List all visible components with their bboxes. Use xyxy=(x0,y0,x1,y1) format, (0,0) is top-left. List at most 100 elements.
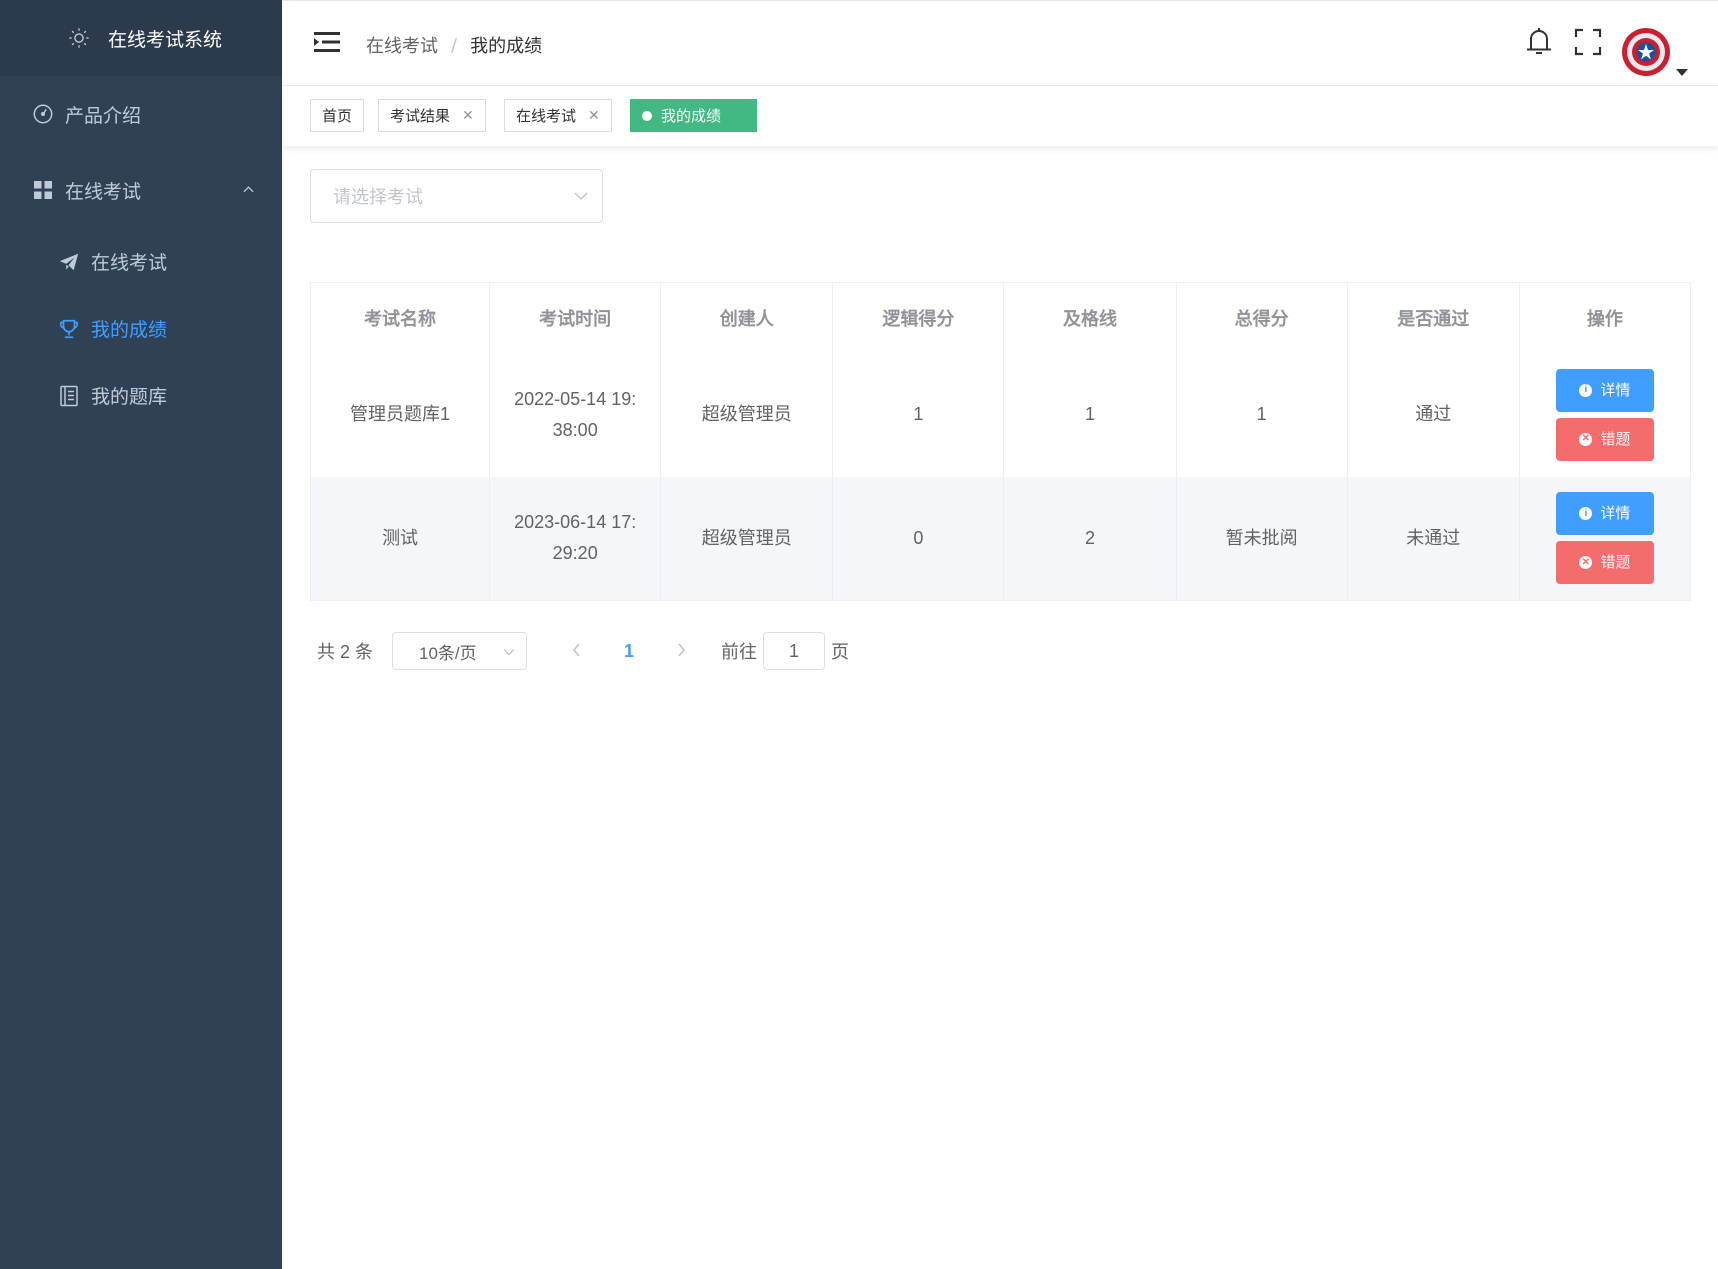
next-page-button[interactable] xyxy=(661,641,701,662)
chevron-left-icon xyxy=(572,642,580,657)
cell-pass-status: 未通过 xyxy=(1347,476,1520,601)
tag-my-scores[interactable]: 我的成绩 ✕ xyxy=(630,99,757,132)
close-icon[interactable]: ✕ xyxy=(588,108,600,124)
exam-time-line: 2023-06-14 17: xyxy=(514,512,637,533)
grid-icon xyxy=(32,179,54,201)
goto-page-input[interactable]: 1 xyxy=(763,632,826,670)
sidebar-item-label: 在线考试 xyxy=(65,180,142,203)
close-icon[interactable]: ✕ xyxy=(733,108,745,124)
cell-creator: 超级管理员 xyxy=(660,352,834,477)
detail-button-label: 详情 xyxy=(1600,505,1631,523)
column-header: 考试时间 xyxy=(489,282,662,353)
breadcrumb: 在线考试 / 我的成绩 xyxy=(366,32,542,58)
notebook-icon xyxy=(58,385,80,407)
page-size-value: 10条/页 xyxy=(419,643,477,663)
tag-online-exam[interactable]: 在线考试 ✕ xyxy=(504,99,612,132)
dashboard-gauge-icon xyxy=(32,103,54,125)
sidebar-item-product-intro[interactable]: 产品介绍 xyxy=(0,76,282,152)
chevron-down-icon xyxy=(503,649,515,656)
sidebar-item-my-question-bank[interactable]: 我的题库 xyxy=(0,362,282,429)
hamburger-menu-icon[interactable] xyxy=(314,31,340,53)
fullscreen-icon[interactable] xyxy=(1574,28,1602,56)
sidebar-item-label: 我的成绩 xyxy=(91,319,168,341)
cell-exam-time: 2022-05-14 19: 38:00 xyxy=(489,352,662,477)
column-header: 是否通过 xyxy=(1347,282,1520,353)
avatar[interactable] xyxy=(1620,26,1672,78)
tag-exam-result[interactable]: 考试结果 ✕ xyxy=(378,99,486,132)
app-title: 在线考试系统 xyxy=(108,28,223,51)
cell-exam-name: 测试 xyxy=(310,476,491,601)
circle-close-icon: ✕ xyxy=(1579,556,1593,570)
circle-close-icon: ✕ xyxy=(1579,432,1593,446)
wrong-questions-button[interactable]: ✕ 错题 xyxy=(1555,541,1654,585)
top-navbar: 在线考试 / 我的成绩 xyxy=(282,0,1718,86)
close-icon[interactable]: ✕ xyxy=(462,108,474,124)
column-header: 操作 xyxy=(1519,282,1692,353)
trophy-icon xyxy=(58,318,80,340)
cell-actions: i 详情 ✕ 错题 xyxy=(1519,476,1692,601)
cell-exam-name: 管理员题库1 xyxy=(310,352,491,477)
pagination: 共 2 条 10条/页 1 前往 1 页 xyxy=(317,632,849,670)
chevron-up-icon xyxy=(243,186,254,193)
pagination-total: 共 2 条 xyxy=(317,642,374,662)
cell-pass-status: 通过 xyxy=(1347,352,1520,477)
breadcrumb-item-online-exam[interactable]: 在线考试 xyxy=(366,32,438,58)
scores-table: 考试名称 考试时间 创建人 逻辑得分 及格线 总得分 是否通过 操作 管理员题库… xyxy=(310,282,1692,601)
breadcrumb-separator: / xyxy=(451,34,458,56)
column-header: 逻辑得分 xyxy=(832,282,1005,353)
column-header: 考试名称 xyxy=(310,282,491,353)
sidebar-item-my-scores[interactable]: 我的成绩 xyxy=(0,295,282,362)
exam-time-line: 2022-05-14 19: xyxy=(514,388,637,409)
sun-icon xyxy=(69,28,89,48)
cell-total-score: 暂未批阅 xyxy=(1176,476,1348,601)
table-row: 测试 2023-06-14 17: 29:20 超级管理员 0 2 暂未批阅 未… xyxy=(310,476,1692,601)
tag-label: 在线考试 xyxy=(516,107,577,125)
cell-pass-line: 2 xyxy=(1003,476,1177,601)
exam-time-line: 38:00 xyxy=(552,419,598,440)
prev-page-button[interactable] xyxy=(557,641,597,662)
cell-actions: i 详情 ✕ 错题 xyxy=(1519,352,1692,477)
sidebar-item-label: 在线考试 xyxy=(91,252,168,274)
bell-icon[interactable] xyxy=(1524,25,1554,57)
cell-exam-time: 2023-06-14 17: 29:20 xyxy=(489,476,662,601)
app-logo[interactable]: 在线考试系统 xyxy=(0,0,282,76)
column-header: 创建人 xyxy=(660,282,834,353)
wrong-questions-button[interactable]: ✕ 错题 xyxy=(1555,417,1654,461)
chevron-right-icon xyxy=(678,642,686,657)
goto-label: 前往 xyxy=(721,642,758,662)
sidebar-item-online-exam-group[interactable]: 在线考试 xyxy=(0,152,282,228)
paper-plane-icon xyxy=(58,251,80,273)
cell-pass-line: 1 xyxy=(1003,352,1177,477)
info-icon: i xyxy=(1579,507,1593,521)
cell-creator: 超级管理员 xyxy=(660,476,834,601)
cell-logic-score: 1 xyxy=(832,352,1005,477)
cell-logic-score: 0 xyxy=(832,476,1005,601)
exam-time-line: 29:20 xyxy=(552,543,598,564)
exam-select[interactable]: 请选择考试 xyxy=(310,169,603,223)
page-number-button[interactable]: 1 xyxy=(597,641,661,662)
detail-button[interactable]: i 详情 xyxy=(1555,368,1654,412)
page-size-select[interactable]: 10条/页 xyxy=(392,632,528,670)
tags-view: 首页 考试结果 ✕ 在线考试 ✕ 我的成绩 ✕ xyxy=(282,86,1718,146)
table-row: 管理员题库1 2022-05-14 19: 38:00 超级管理员 1 1 1 … xyxy=(310,352,1692,477)
detail-button-label: 详情 xyxy=(1600,381,1631,399)
tag-label: 我的成绩 xyxy=(661,107,722,125)
tag-home[interactable]: 首页 xyxy=(310,99,365,132)
wrong-questions-button-label: 错题 xyxy=(1600,554,1631,572)
table-header-row: 考试名称 考试时间 创建人 逻辑得分 及格线 总得分 是否通过 操作 xyxy=(310,282,1692,353)
wrong-questions-button-label: 错题 xyxy=(1600,430,1631,448)
active-dot-icon xyxy=(642,110,652,121)
tag-label: 首页 xyxy=(322,107,353,125)
caret-down-icon[interactable] xyxy=(1676,69,1688,76)
sidebar-item-online-exam[interactable]: 在线考试 xyxy=(0,228,282,295)
sidebar-item-label: 产品介绍 xyxy=(65,104,142,127)
tag-label: 考试结果 xyxy=(390,107,451,125)
cell-total-score: 1 xyxy=(1176,352,1348,477)
detail-button[interactable]: i 详情 xyxy=(1555,492,1654,536)
column-header: 及格线 xyxy=(1003,282,1177,353)
sidebar-item-label: 我的题库 xyxy=(91,386,168,408)
exam-select-placeholder: 请选择考试 xyxy=(333,187,423,208)
column-header: 总得分 xyxy=(1176,282,1348,353)
breadcrumb-item-my-scores: 我的成绩 xyxy=(470,36,543,57)
chevron-down-icon xyxy=(574,192,588,201)
